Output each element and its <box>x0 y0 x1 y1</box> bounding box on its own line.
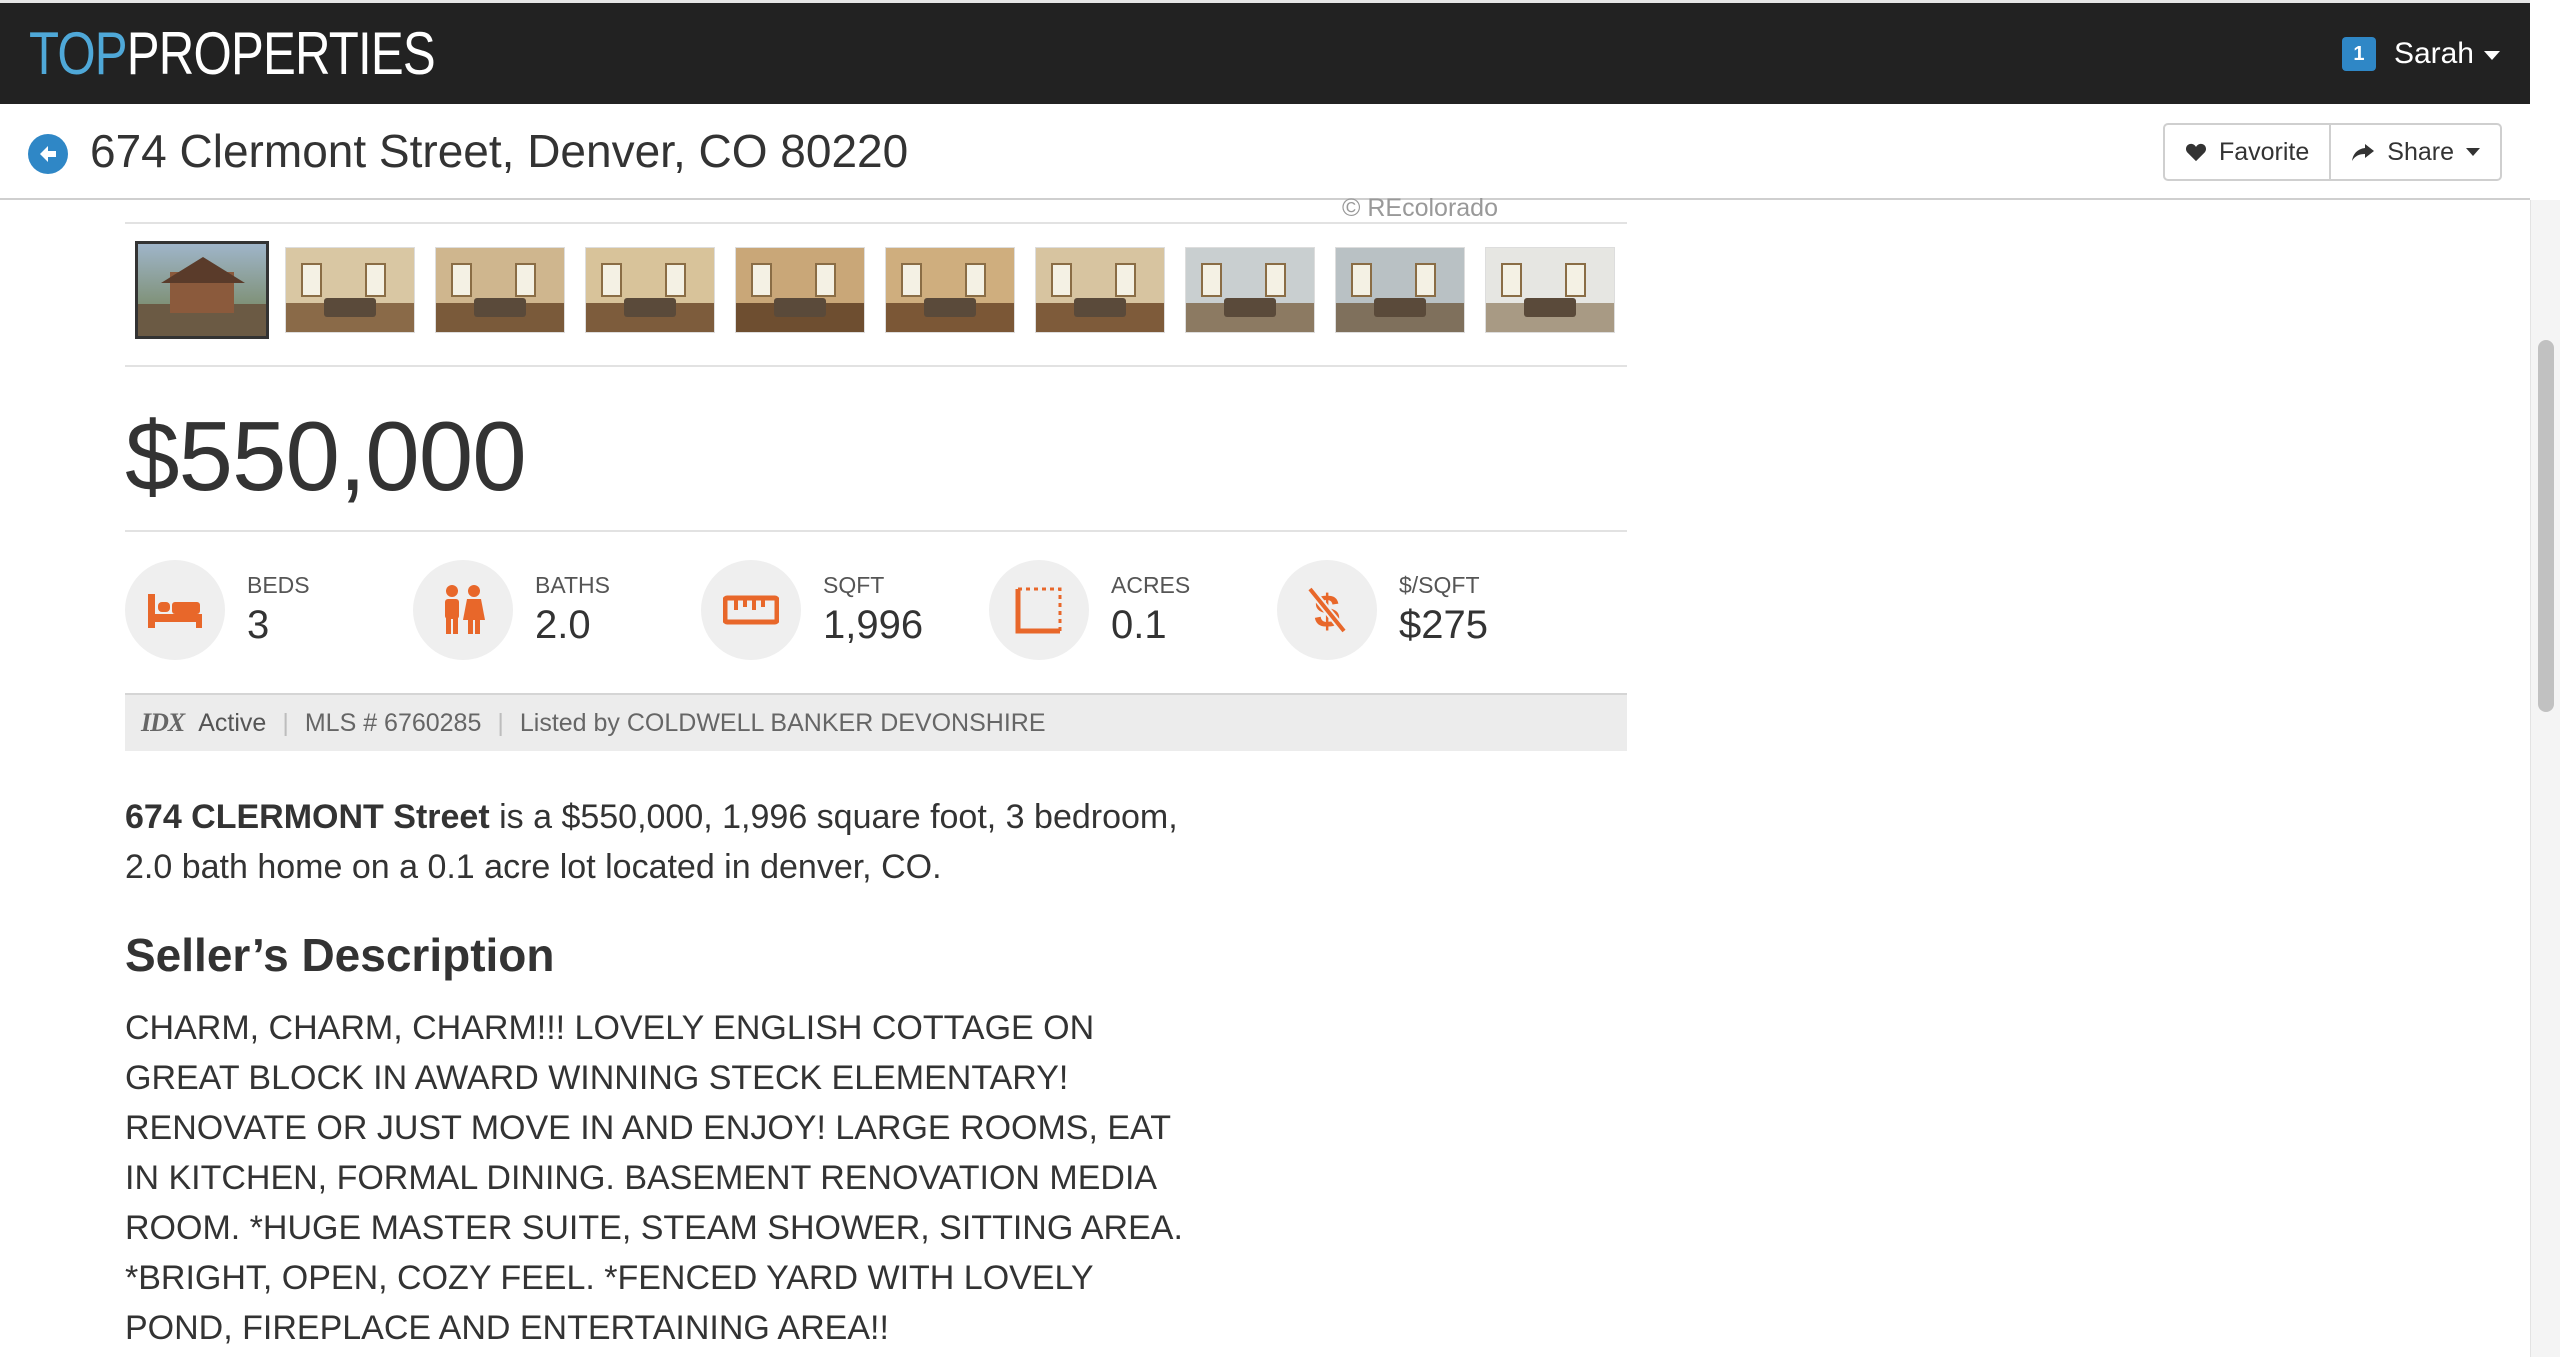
stat-acres: ACRES 0.1 <box>989 560 1277 660</box>
ruler-icon <box>701 560 801 660</box>
baths-label: BATHS <box>535 572 610 598</box>
photo-thumbnail[interactable] <box>1035 247 1165 333</box>
property-stats: BEDS 3 BATHS 2.0 SQFT 1,996 ACRES 0.1 $/… <box>125 560 1565 660</box>
sqft-label: SQFT <box>823 572 885 598</box>
restroom-icon <box>413 560 513 660</box>
user-name: Sarah <box>2394 37 2500 71</box>
listing-summary: 674 CLERMONT Street is a $550,000, 1,996… <box>125 792 1185 892</box>
seller-description: CHARM, CHARM, CHARM!!! LOVELY ENGLISH CO… <box>125 1009 1183 1347</box>
chevron-down-icon <box>2484 50 2500 60</box>
photo-thumbnail[interactable] <box>1335 247 1465 333</box>
thumbnail-list <box>135 241 1615 339</box>
share-label: Share <box>2387 137 2454 166</box>
top-navbar: TOPPROPERTIES 1 Sarah <box>0 0 2530 104</box>
stat-baths: BATHS 2.0 <box>413 560 701 660</box>
photo-thumbnail[interactable] <box>735 247 865 333</box>
brand-top: TOP <box>29 20 128 87</box>
mls-number: MLS # 6760285 <box>304 708 482 737</box>
brand-logo[interactable]: TOPPROPERTIES <box>29 19 436 88</box>
arrow-left-icon <box>40 146 56 162</box>
price-per-sqft-value: $275 <box>1399 603 1488 647</box>
photo-thumbnail[interactable] <box>585 247 715 333</box>
description-title: Seller’s Description <box>125 929 555 981</box>
listing-price: $550,000 <box>125 401 527 511</box>
page-scrollbar[interactable] <box>2530 200 2560 1357</box>
share-arrow-icon <box>2352 144 2375 161</box>
photo-thumbnail[interactable] <box>435 247 565 333</box>
user-menu[interactable]: 1 Sarah <box>2341 37 2500 71</box>
listing-status: Active <box>198 708 267 737</box>
no-dollar-icon: $ <box>1277 560 1377 660</box>
photo-thumbnail[interactable] <box>885 247 1015 333</box>
separator: | <box>497 708 504 737</box>
photo-thumbnail[interactable] <box>1485 247 1615 333</box>
listed-by: Listed by COLDWELL BANKER DEVONSHIRE <box>519 708 1046 737</box>
heart-icon <box>2185 143 2206 162</box>
action-buttons: Favorite Share <box>2162 123 2502 181</box>
share-button[interactable]: Share <box>2331 123 2502 181</box>
baths-value: 2.0 <box>535 603 591 647</box>
back-button[interactable] <box>28 134 68 174</box>
stat-price-per-sqft: $ $/SQFT $275 <box>1277 560 1565 660</box>
listing-address: 674 Clermont Street, Denver, CO 80220 <box>90 125 909 177</box>
lot-area-icon <box>989 560 1089 660</box>
separator: | <box>282 708 289 737</box>
listing-status-bar: IDX Active | MLS # 6760285 | Listed by C… <box>125 693 1627 751</box>
scrollbar-thumb[interactable] <box>2538 340 2554 712</box>
divider <box>125 530 1627 532</box>
stat-beds: BEDS 3 <box>125 560 413 660</box>
favorite-label: Favorite <box>2218 137 2310 166</box>
listing-header: 674 Clermont Street, Denver, CO 80220 Fa… <box>0 104 2530 200</box>
price-per-sqft-label: $/SQFT <box>1399 572 1480 598</box>
photo-thumbnail[interactable] <box>135 241 269 339</box>
photo-thumbnail[interactable] <box>285 247 415 333</box>
sqft-value: 1,996 <box>823 603 924 647</box>
summary-street: 674 CLERMONT Street <box>125 798 490 836</box>
stat-sqft: SQFT 1,996 <box>701 560 989 660</box>
acres-label: ACRES <box>1111 572 1191 598</box>
bed-icon <box>125 560 225 660</box>
chevron-down-icon <box>2466 148 2480 156</box>
user-name-text: Sarah <box>2393 37 2474 70</box>
notification-badge[interactable]: 1 <box>2341 37 2376 71</box>
acres-value: 0.1 <box>1111 603 1167 647</box>
photo-credit: © REcolorado <box>1342 194 1498 222</box>
beds-label: BEDS <box>247 572 310 598</box>
beds-value: 3 <box>247 603 270 647</box>
idx-logo: IDX <box>141 708 185 737</box>
brand-properties: PROPERTIES <box>126 20 436 87</box>
photo-thumbnail-strip <box>125 222 1627 367</box>
favorite-button[interactable]: Favorite <box>2162 123 2332 181</box>
photo-thumbnail[interactable] <box>1185 247 1315 333</box>
